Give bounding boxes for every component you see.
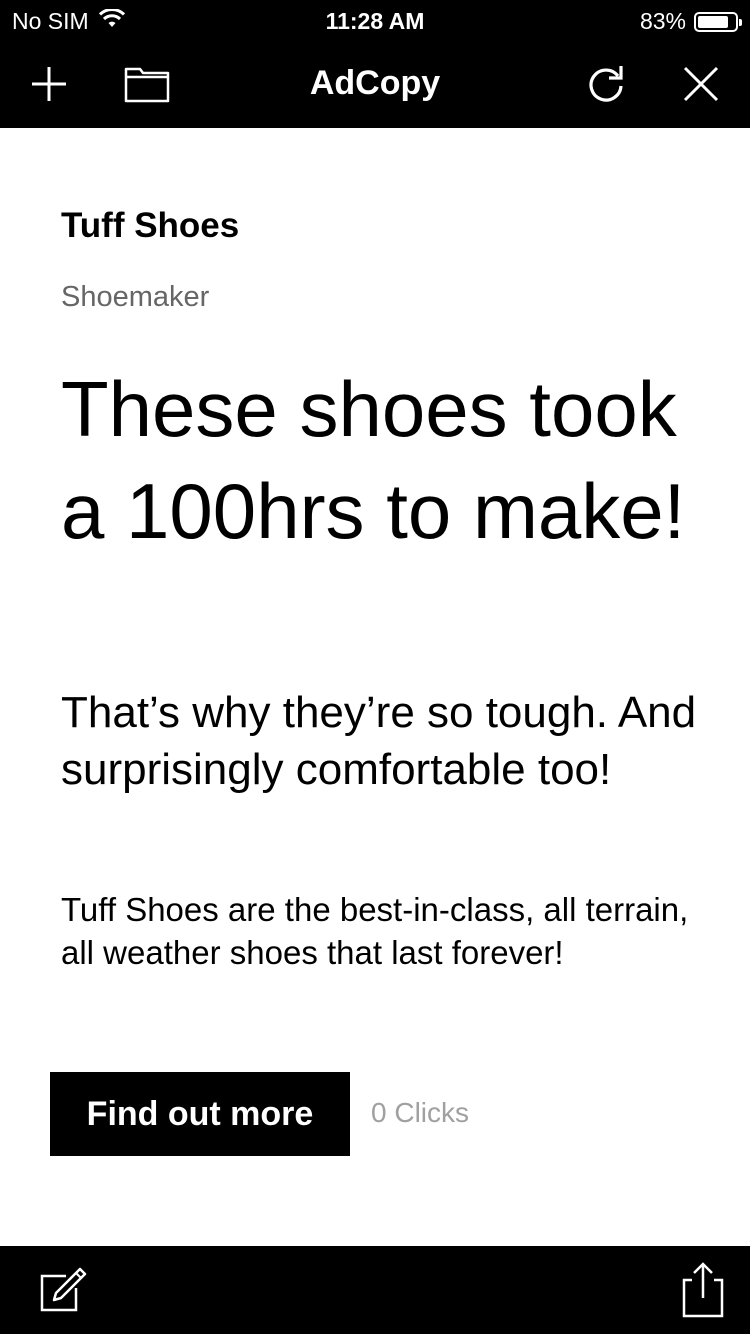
ad-headline: These shoes took a 100hrs to make! [61, 365, 686, 555]
status-bar: No SIM 11:28 AM 83% [0, 0, 750, 40]
nav-title: AdCopy [309, 64, 441, 102]
battery-fill [698, 15, 728, 28]
status-time: 11:28 AM [325, 8, 425, 34]
ad-category: Shoemaker [61, 281, 210, 313]
battery-percentage: 83% [639, 8, 686, 34]
ad-subheadline: That’s why they’re so tough. And surpris… [61, 688, 697, 794]
find-out-more-button[interactable]: Find out more [50, 1072, 350, 1156]
close-icon[interactable] [675, 58, 727, 110]
compose-icon[interactable] [34, 1262, 90, 1318]
battery-group: 83% [639, 8, 742, 35]
battery-nub [739, 18, 742, 26]
refresh-icon[interactable] [580, 58, 632, 110]
navigation-bar: AdCopy [0, 40, 750, 128]
clicks-counter: 0 Clicks [371, 1097, 470, 1128]
ad-brand-name: Tuff Shoes [61, 206, 240, 245]
battery-icon [694, 11, 742, 32]
bottom-toolbar [0, 1246, 750, 1334]
ad-body-text: Tuff Shoes are the best-in-class, all te… [61, 891, 689, 971]
share-icon[interactable] [672, 1262, 728, 1318]
